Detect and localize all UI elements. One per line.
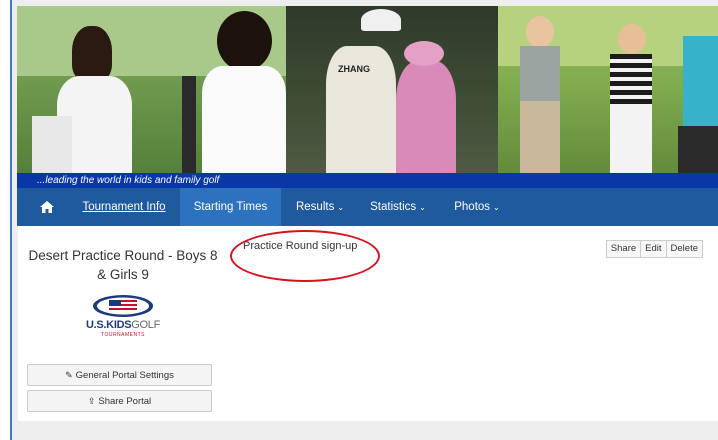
page-footer-gap <box>18 421 718 440</box>
nav-results-label: Results <box>295 201 335 213</box>
banner-photo-girls <box>17 6 286 173</box>
nav-statistics[interactable]: Statistics ⌄ <box>360 188 436 226</box>
home-icon <box>40 200 54 213</box>
nav-photos[interactable]: Photos ⌄ <box>444 188 510 226</box>
delete-button[interactable]: Delete <box>665 240 703 258</box>
tagline-bar: ...leading the world in kids and family … <box>17 173 718 188</box>
general-portal-settings-label: General Portal Settings <box>75 370 174 381</box>
nav-tournament-info[interactable]: Tournament Info <box>73 188 175 226</box>
logo-kids-text: U.S.KIDS <box>85 319 132 331</box>
main-navbar: Tournament Info Starting Times Results ⌄ … <box>17 188 718 226</box>
us-kids-golf-logo: U.S.KIDSGOLF TOURNAMENTS <box>73 293 173 341</box>
nav-starting-times[interactable]: Starting Times <box>180 188 281 226</box>
header-banner: ZHANG <box>17 6 718 173</box>
annotation-circle <box>230 230 380 282</box>
nav-home[interactable] <box>29 188 65 226</box>
nav-starting-times-label: Starting Times <box>193 201 268 213</box>
share-portal-label: Share Portal <box>98 396 152 407</box>
edit-button[interactable]: Edit <box>640 240 667 258</box>
jersey-name: ZHANG <box>338 64 370 74</box>
edit-icon: ✎ <box>65 370 73 380</box>
nav-results[interactable]: Results ⌄ <box>287 188 353 226</box>
logo-golf-text: GOLF <box>131 319 161 331</box>
nav-statistics-label: Statistics <box>370 201 417 213</box>
portal-title: Desert Practice Round - Boys 8 & Girls 9 <box>28 248 218 282</box>
logo-subtext: TOURNAMENTS <box>100 332 146 338</box>
general-portal-settings-button[interactable]: ✎ General Portal Settings <box>27 364 212 386</box>
portal-content: Desert Practice Round - Boys 8 & Girls 9… <box>18 226 718 421</box>
share-button[interactable]: Share <box>605 240 642 258</box>
action-button-group: Share Edit Delete <box>605 240 703 258</box>
share-portal-button[interactable]: ⇪ Share Portal <box>27 390 212 412</box>
nav-photos-label: Photos <box>454 201 491 213</box>
banner-photo-boys <box>498 6 718 173</box>
banner-photo-coach: ZHANG <box>286 6 498 173</box>
chevron-down-icon: ⌄ <box>493 203 500 212</box>
share-icon: ⇪ <box>87 396 96 406</box>
chevron-down-icon: ⌄ <box>419 203 426 212</box>
nav-tournament-info-label: Tournament Info <box>82 201 166 213</box>
chevron-down-icon: ⌄ <box>337 203 345 212</box>
logo-wordmark: U.S.KIDSGOLF <box>73 319 173 331</box>
